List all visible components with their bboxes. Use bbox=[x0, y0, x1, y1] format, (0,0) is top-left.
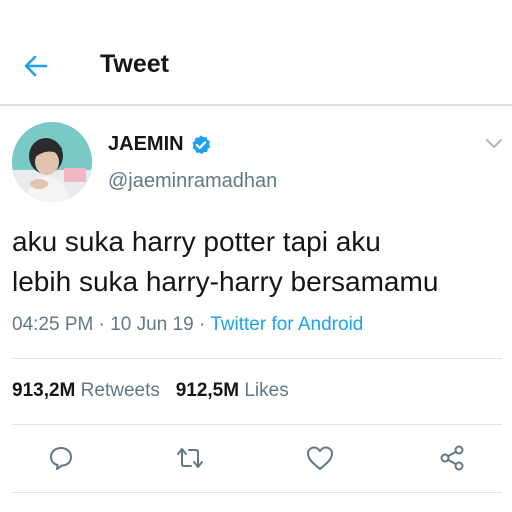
avatar[interactable] bbox=[12, 122, 92, 202]
author-name-row[interactable]: JAEMIN bbox=[108, 133, 212, 156]
reply-icon bbox=[50, 447, 72, 470]
tweet-text-line: lebih suka harry-harry bersamamu bbox=[12, 266, 439, 297]
divider bbox=[12, 492, 502, 493]
chevron-down-icon[interactable] bbox=[484, 136, 504, 152]
page-title: Tweet bbox=[100, 50, 169, 78]
tweet-date: 10 Jun 19 bbox=[110, 314, 194, 335]
action-bar bbox=[0, 440, 512, 480]
likes-label: Likes bbox=[244, 380, 289, 401]
divider bbox=[12, 424, 502, 425]
user-handle[interactable]: @jaeminramadhan bbox=[108, 170, 277, 193]
back-button[interactable] bbox=[20, 50, 52, 82]
verified-badge-icon bbox=[192, 134, 210, 154]
tweet-text: aku suka harry potter tapi aku lebih suk… bbox=[12, 222, 507, 302]
engagement-stats: 913,2M Retweets 912,5M Likes bbox=[12, 380, 289, 402]
back-arrow-icon bbox=[24, 55, 48, 77]
retweet-icon bbox=[177, 448, 203, 468]
separator-dot: · bbox=[98, 314, 111, 335]
avatar-image bbox=[12, 122, 92, 202]
tweet-metadata: 04:25 PM · 10 Jun 19 · Twitter for Andro… bbox=[12, 314, 363, 336]
retweet-button[interactable] bbox=[172, 440, 208, 476]
top-bar: Tweet bbox=[0, 0, 512, 106]
share-icon bbox=[440, 445, 464, 471]
likes-stat[interactable]: 912,5M Likes bbox=[176, 380, 289, 401]
like-button[interactable] bbox=[302, 440, 338, 476]
tweet-time: 04:25 PM bbox=[12, 314, 94, 335]
likes-count: 912,5M bbox=[175, 380, 240, 401]
retweets-label: Retweets bbox=[80, 380, 160, 401]
separator-dot: · bbox=[198, 314, 211, 335]
reply-button[interactable] bbox=[43, 440, 79, 476]
divider bbox=[12, 358, 502, 359]
display-name: JAEMIN bbox=[108, 133, 184, 155]
like-icon bbox=[307, 446, 333, 470]
tweet-source-link[interactable]: Twitter for Android bbox=[210, 314, 363, 335]
share-button[interactable] bbox=[434, 440, 470, 476]
retweets-stat[interactable]: 913,2M Retweets bbox=[12, 380, 160, 401]
retweets-count: 913,2M bbox=[12, 380, 76, 401]
tweet-text-line: aku suka harry potter tapi aku bbox=[12, 226, 381, 257]
